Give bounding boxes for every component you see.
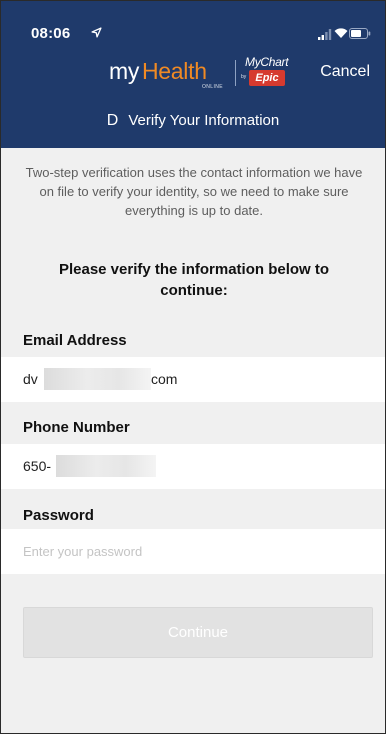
password-field[interactable]: Enter your password bbox=[1, 529, 385, 574]
signal-icon bbox=[318, 29, 332, 40]
email-value-prefix: dv bbox=[23, 371, 38, 387]
cancel-button[interactable]: Cancel bbox=[320, 63, 370, 81]
email-value-suffix: com bbox=[151, 371, 178, 387]
status-time: 08:06 bbox=[31, 25, 71, 42]
phone-value-prefix: 650- bbox=[23, 458, 52, 474]
password-label: Password bbox=[23, 507, 94, 524]
brand-my: my bbox=[109, 58, 140, 84]
epic-logo: Epic bbox=[249, 70, 285, 86]
status-bar: 08:06 bbox=[1, 1, 385, 53]
email-label: Email Address bbox=[23, 332, 127, 349]
brand-mychart: MyChart bbox=[245, 55, 289, 69]
phone-redaction bbox=[56, 455, 156, 477]
location-arrow-icon bbox=[91, 27, 102, 38]
brand-by: by bbox=[241, 74, 247, 80]
password-placeholder: Enter your password bbox=[23, 544, 143, 559]
brand-online: ONLINE bbox=[202, 84, 224, 90]
email-redaction bbox=[44, 368, 151, 390]
wifi-icon bbox=[334, 28, 348, 38]
phone-field[interactable]: 650- bbox=[1, 444, 385, 489]
phone-screen: 08:06 my Health ONLINE MyChart by Epic C… bbox=[0, 0, 386, 734]
email-field[interactable]: dv com bbox=[1, 357, 385, 402]
instruction-heading: Please verify the information below to c… bbox=[58, 261, 330, 299]
intro-text: Two-step verification uses the contact i… bbox=[25, 165, 363, 218]
title-letter: D bbox=[106, 112, 119, 129]
battery-icon bbox=[349, 28, 371, 39]
myhealth-mychart-logo: my Health ONLINE MyChart by Epic bbox=[109, 54, 294, 94]
page-title-text: Verify Your Information bbox=[128, 112, 280, 129]
page-title: D Verify Your Information bbox=[1, 112, 385, 130]
logo-divider bbox=[235, 60, 236, 86]
continue-button[interactable]: Continue bbox=[23, 607, 373, 658]
app-header: 08:06 my Health ONLINE MyChart by Epic C… bbox=[1, 1, 385, 148]
phone-label: Phone Number bbox=[23, 419, 130, 436]
brand-health: Health bbox=[142, 58, 207, 84]
